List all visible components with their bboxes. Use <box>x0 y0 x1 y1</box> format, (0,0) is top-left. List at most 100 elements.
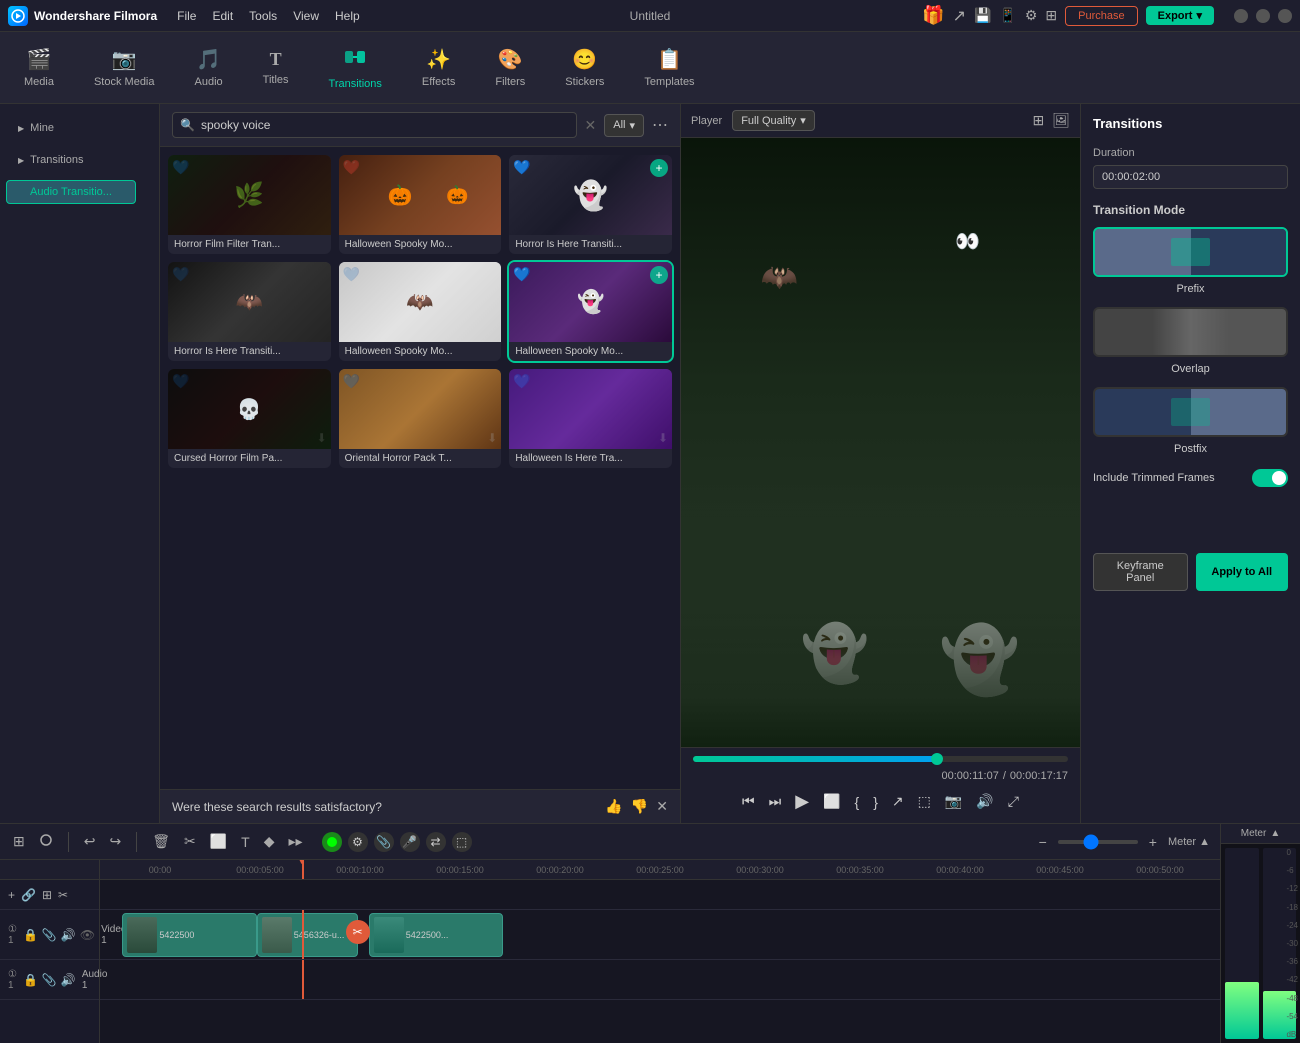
tl-more-button[interactable]: ▸▸ <box>286 830 306 853</box>
duration-input[interactable]: 00:00:02:00 <box>1093 165 1288 189</box>
quality-dropdown[interactable]: Full Quality ▾ <box>732 110 815 131</box>
export-button[interactable]: Export ▾ <box>1146 6 1214 25</box>
transition-item-7[interactable]: 💙 ⬇ 💀 Cursed Horror Film Pa... <box>168 369 331 468</box>
video1-lock-icon[interactable]: 🔒 <box>23 928 38 942</box>
mode-prefix[interactable]: Prefix <box>1093 227 1288 295</box>
progress-thumb[interactable] <box>931 753 943 765</box>
clip-3[interactable]: 5422500... <box>369 913 503 957</box>
video1-link-icon[interactable]: 📎 <box>42 928 57 942</box>
toolbar-media[interactable]: 🎬 Media <box>16 43 62 92</box>
audio1-link-icon[interactable]: 📎 <box>42 973 57 987</box>
tl-snap-button[interactable]: ⊞ <box>10 830 28 853</box>
clip-1[interactable]: 5422500 <box>122 913 256 957</box>
mobile-icon[interactable]: 📱 <box>999 7 1016 24</box>
keyframe-panel-button[interactable]: Keyframe Panel <box>1093 553 1188 591</box>
audio1-lock-icon[interactable]: 🔒 <box>23 973 38 987</box>
share-icon[interactable]: ↗ <box>953 6 966 26</box>
translate-icon[interactable]: ⇄ <box>426 832 446 852</box>
snapshot-button[interactable]: ↗ <box>889 790 907 813</box>
fullscreen-ctrl-button[interactable]: ⤢ <box>1005 790 1022 813</box>
tl-cut-button[interactable]: ✂ <box>181 830 199 853</box>
search-input[interactable] <box>172 112 577 138</box>
apps-icon[interactable]: ⊞ <box>1045 7 1057 24</box>
stop-button[interactable]: ⬜ <box>820 790 843 813</box>
mine-header[interactable]: ▶ Mine <box>12 118 147 138</box>
fullscreen-icon[interactable]: 🖼 <box>1052 112 1070 129</box>
settings-tl-icon[interactable]: ⚙ <box>348 832 368 852</box>
volume-button[interactable]: 🔊 <box>973 790 996 813</box>
split-tl-icon[interactable]: ⬚ <box>452 832 472 852</box>
tl-undo-button[interactable]: ↩ <box>81 830 99 853</box>
track-settings-icon[interactable]: ⊞ <box>42 888 52 902</box>
video1-visibility-icon[interactable]: 👁 <box>80 928 95 942</box>
filter-dropdown[interactable]: All ▾ <box>604 114 644 137</box>
menu-file[interactable]: File <box>177 9 196 23</box>
tl-text-button[interactable]: T <box>238 831 253 853</box>
scissors-track-icon[interactable]: ✂ <box>58 888 68 902</box>
feedback-close-icon[interactable]: ✕ <box>656 798 668 815</box>
toolbar-stock-media[interactable]: 📷 Stock Media <box>86 43 163 92</box>
settings-icon[interactable]: ⚙ <box>1025 7 1038 24</box>
add-icon-6[interactable]: + <box>650 266 668 284</box>
add-video-track-icon[interactable]: + <box>8 888 15 902</box>
tl-ripple-button[interactable] <box>36 830 56 853</box>
transition-item-3[interactable]: 💙 + 👻 Horror Is Here Transiti... <box>509 155 672 254</box>
tl-keyframe-button[interactable]: ◆ <box>261 830 278 853</box>
skip-back-button[interactable]: ⏮ <box>739 790 758 813</box>
gift-icon[interactable]: 🎁 <box>922 5 944 26</box>
cut-marker[interactable] <box>346 920 370 944</box>
camera-button[interactable]: 📷 <box>942 790 965 813</box>
transition-item-1[interactable]: 💙 🌿 Horror Film Filter Tran... <box>168 155 331 254</box>
purchase-button[interactable]: Purchase <box>1065 6 1137 26</box>
tl-redo-button[interactable]: ↪ <box>106 830 124 853</box>
video1-mute-icon[interactable]: 🔊 <box>61 928 76 942</box>
toolbar-titles[interactable]: T Titles <box>255 45 297 90</box>
transition-item-8[interactable]: 💙 ⬇ Oriental Horror Pack T... <box>339 369 502 468</box>
clip-2[interactable]: 5456326-u... <box>257 913 358 957</box>
thumbs-down-button[interactable]: 👎 <box>631 798 648 815</box>
toolbar-filters[interactable]: 🎨 Filters <box>487 43 533 92</box>
toolbar-effects[interactable]: ✨ Effects <box>414 43 463 92</box>
menu-edit[interactable]: Edit <box>212 9 233 23</box>
thumbs-up-button[interactable]: 👍 <box>605 798 622 815</box>
minimize-button[interactable]: ─ <box>1234 9 1248 23</box>
toolbar-templates[interactable]: 📋 Templates <box>636 43 702 92</box>
add-icon-3[interactable]: + <box>650 159 668 177</box>
mic-icon[interactable]: 🎤 <box>400 832 420 852</box>
menu-tools[interactable]: Tools <box>249 9 277 23</box>
audio1-mute-icon[interactable]: 🔊 <box>61 973 76 987</box>
split-button[interactable]: ⬚ <box>915 790 934 813</box>
transitions-header[interactable]: ▶ Transitions <box>12 150 147 170</box>
progress-bar[interactable] <box>693 756 1068 762</box>
tl-zoom-out-button[interactable]: − <box>1036 831 1050 853</box>
tl-crop-button[interactable]: ⬜ <box>207 830 230 853</box>
more-options-icon[interactable]: ⋯ <box>652 115 668 135</box>
close-button[interactable]: ✕ <box>1278 9 1292 23</box>
transition-item-6[interactable]: 💙 + 👻 Halloween Spooky Mo... <box>509 262 672 361</box>
transition-item-9[interactable]: 💙 ⬇ Halloween Is Here Tra... <box>509 369 672 468</box>
toolbar-transitions[interactable]: Transitions <box>321 42 390 94</box>
audio-transition-button[interactable]: Audio Transitio... <box>6 180 136 204</box>
clip-tl-icon[interactable]: 📎 <box>374 832 394 852</box>
transition-item-4[interactable]: 💙 🦇 Horror Is Here Transiti... <box>168 262 331 361</box>
zoom-slider[interactable] <box>1058 840 1138 844</box>
transition-item-5[interactable]: 💙 🦇 Halloween Spooky Mo... <box>339 262 502 361</box>
mark-out-button[interactable]: } <box>870 791 881 813</box>
play-button[interactable]: ▶ <box>792 788 812 815</box>
tl-delete-button[interactable]: 🗑 <box>149 830 173 853</box>
tl-zoom-in-button[interactable]: + <box>1146 831 1160 853</box>
menu-view[interactable]: View <box>293 9 319 23</box>
transition-item-2[interactable]: ❤️ 🎃 🎃 Halloween Spooky Mo... <box>339 155 502 254</box>
toolbar-audio[interactable]: 🎵 Audio <box>187 43 231 92</box>
save-cloud-icon[interactable]: 💾 <box>974 7 991 24</box>
mark-in-button[interactable]: { <box>852 791 863 813</box>
step-back-button[interactable]: ⏭ <box>766 790 785 813</box>
menu-help[interactable]: Help <box>335 9 360 23</box>
grid-view-icon[interactable]: ⊞ <box>1032 112 1044 129</box>
maximize-button[interactable]: □ <box>1256 9 1270 23</box>
mode-postfix[interactable]: Postfix <box>1093 387 1288 455</box>
toolbar-stickers[interactable]: 😊 Stickers <box>557 43 612 92</box>
search-clear-icon[interactable]: ✕ <box>585 117 597 134</box>
add-audio-track-icon[interactable]: 🔗 <box>21 888 36 902</box>
mode-overlap[interactable]: Overlap <box>1093 307 1288 375</box>
